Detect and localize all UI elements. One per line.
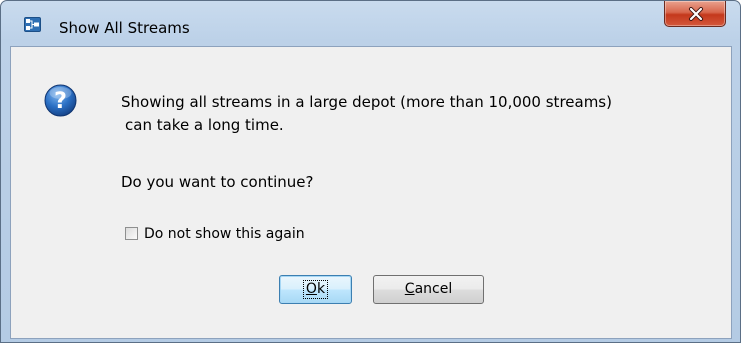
do-not-show-again-label[interactable]: Do not show this again (144, 225, 305, 243)
ok-mnemonic: O (305, 281, 317, 297)
message-line-1: Showing all streams in a large depot (mo… (121, 93, 612, 111)
close-icon (689, 7, 703, 21)
ok-label-rest: k (316, 281, 326, 297)
streams-graph-icon (24, 17, 41, 32)
window-title: Show All Streams (59, 19, 190, 37)
svg-text:?: ? (54, 89, 67, 114)
message-line-2: can take a long time. (125, 116, 284, 134)
ok-button-label: Ok (302, 280, 329, 299)
do-not-show-again-checkbox[interactable] (125, 227, 138, 240)
close-button[interactable] (664, 1, 726, 27)
title-bar[interactable]: Show All Streams (1, 1, 740, 46)
question-icon: ? (44, 84, 77, 117)
cancel-mnemonic: C (404, 281, 415, 297)
dialog-window: Show All Streams ? Showing all streams i… (0, 0, 741, 343)
cancel-button[interactable]: Cancel (373, 275, 484, 304)
dialog-body: ? Showing all streams in a large depot (… (10, 46, 732, 339)
cancel-label-rest: ancel (414, 281, 453, 297)
ok-button[interactable]: Ok (279, 275, 352, 304)
cancel-button-label: Cancel (405, 281, 452, 297)
question-text: Do you want to continue? (121, 173, 314, 191)
